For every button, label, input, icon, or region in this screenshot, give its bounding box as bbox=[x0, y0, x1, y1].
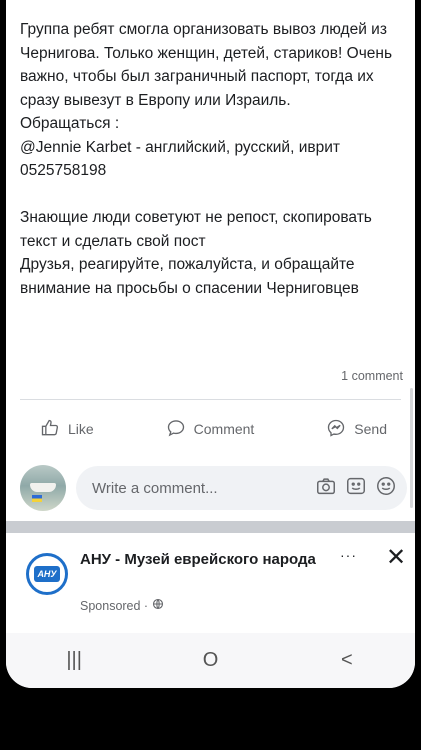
divider bbox=[20, 399, 401, 400]
comment-button[interactable]: Comment bbox=[166, 412, 255, 446]
avatar bbox=[20, 465, 66, 511]
globe-icon bbox=[152, 598, 164, 613]
post-body: Группа ребят смогла организовать вывоз л… bbox=[20, 21, 393, 297]
more-options-button[interactable]: ··· bbox=[340, 547, 357, 563]
phone-screen: Группа ребят смогла организовать вывоз л… bbox=[6, 0, 415, 688]
sponsored-label: Sponsored · bbox=[80, 598, 164, 613]
comment-placeholder: Write a comment... bbox=[92, 479, 218, 497]
home-button[interactable]: O bbox=[190, 649, 230, 672]
messenger-icon bbox=[326, 418, 346, 441]
page-name[interactable]: АНУ - Музей еврейского народа bbox=[80, 549, 320, 570]
comment-composer: Write a comment... bbox=[20, 462, 407, 514]
emoji-icon[interactable] bbox=[375, 475, 397, 502]
comment-icon bbox=[166, 418, 186, 441]
sponsored-post: АНУ АНУ - Музей еврейского народа Sponso… bbox=[6, 533, 415, 633]
feed-separator bbox=[6, 521, 415, 533]
comment-label: Comment bbox=[193, 421, 255, 437]
close-button[interactable]: ✕ bbox=[386, 543, 406, 572]
post-actions: Like Comment Send bbox=[6, 412, 415, 446]
comment-count[interactable]: 1 comment bbox=[341, 369, 403, 383]
back-button[interactable]: < bbox=[327, 649, 367, 672]
system-navbar: ||| O < bbox=[6, 633, 415, 688]
like-button[interactable]: Like bbox=[40, 412, 94, 446]
camera-icon[interactable] bbox=[315, 475, 337, 502]
page-logo-text: АНУ bbox=[34, 566, 60, 582]
recents-button[interactable]: ||| bbox=[54, 649, 94, 672]
like-icon bbox=[40, 418, 60, 441]
send-button[interactable]: Send bbox=[326, 412, 387, 446]
send-label: Send bbox=[354, 421, 387, 437]
like-label: Like bbox=[68, 421, 94, 437]
comment-input[interactable]: Write a comment... bbox=[76, 466, 407, 510]
page-logo[interactable]: АНУ bbox=[26, 553, 68, 595]
gif-icon[interactable] bbox=[345, 475, 367, 502]
scrollbar[interactable] bbox=[410, 388, 413, 508]
